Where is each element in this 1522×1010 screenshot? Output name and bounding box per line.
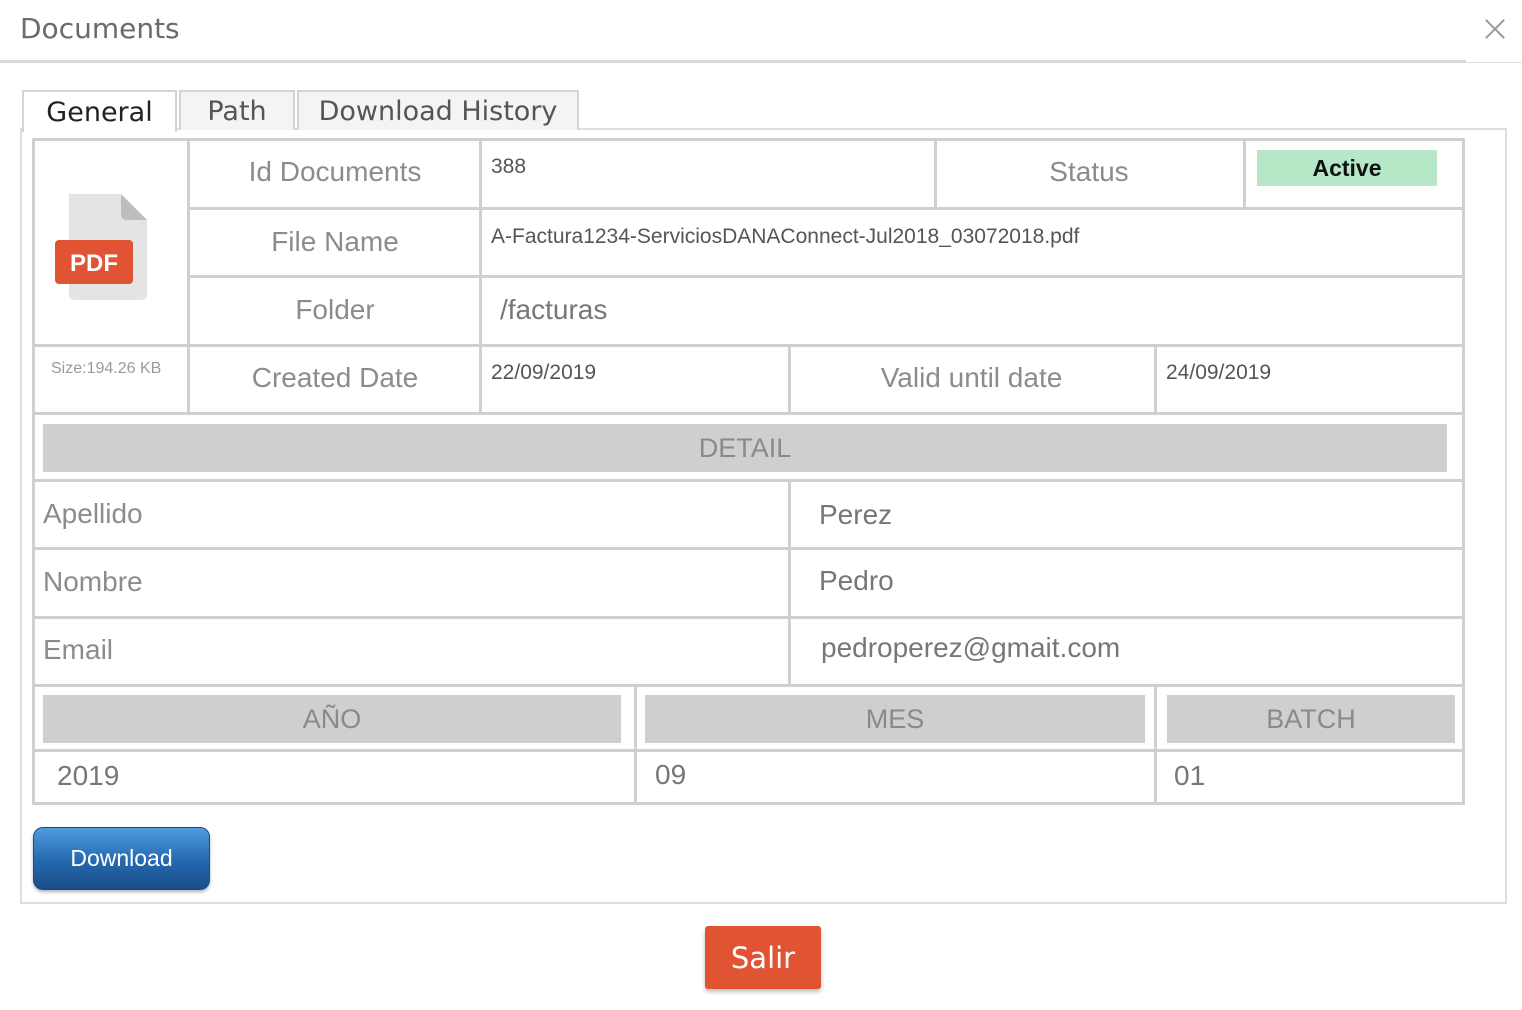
email-label: Email xyxy=(43,634,114,665)
apellido-label: Apellido xyxy=(43,498,143,529)
detail-header: DETAIL xyxy=(43,424,1447,472)
mes-header: MES xyxy=(645,695,1145,743)
id-documents-label: Id Documents xyxy=(248,156,422,187)
dialog-title: Documents xyxy=(20,12,180,45)
folder-value: /facturas xyxy=(500,294,608,325)
created-date-value: 22/09/2019 xyxy=(491,361,597,384)
close-icon[interactable] xyxy=(1480,14,1510,44)
file-name-label: File Name xyxy=(271,226,399,257)
nombre-value: Pedro xyxy=(819,565,894,596)
valid-until-label: Valid until date xyxy=(880,362,1063,393)
tab-general[interactable]: General xyxy=(22,90,177,132)
valid-until-value: 24/09/2019 xyxy=(1166,361,1272,384)
id-documents-value: 388 xyxy=(491,155,527,178)
anio-value: 2019 xyxy=(57,760,120,791)
exit-button[interactable]: Salir xyxy=(705,926,821,989)
email-value: pedroperez@gmait.com xyxy=(821,632,1121,663)
mes-value: 09 xyxy=(655,759,687,790)
pdf-file-icon: PDF xyxy=(55,192,150,302)
file-size: Size:194.26 KB xyxy=(51,360,162,377)
download-button[interactable]: Download xyxy=(33,827,210,890)
status-badge: Active xyxy=(1257,150,1437,186)
anio-header: AÑO xyxy=(43,695,621,743)
batch-header: BATCH xyxy=(1167,695,1455,743)
header-divider-end xyxy=(1466,62,1522,63)
svg-text:PDF: PDF xyxy=(70,250,118,277)
tab-download-history[interactable]: Download History xyxy=(297,90,579,130)
batch-value: 01 xyxy=(1174,760,1206,791)
folder-label: Folder xyxy=(295,294,375,325)
nombre-label: Nombre xyxy=(43,566,143,597)
created-date-label: Created Date xyxy=(251,362,419,393)
apellido-value: Perez xyxy=(819,499,893,530)
file-name-value: A-Factura1234-ServiciosDANAConnect-Jul20… xyxy=(491,225,1080,248)
status-label: Status xyxy=(1049,156,1129,187)
tab-path[interactable]: Path xyxy=(179,90,295,130)
header-divider xyxy=(0,60,1466,63)
